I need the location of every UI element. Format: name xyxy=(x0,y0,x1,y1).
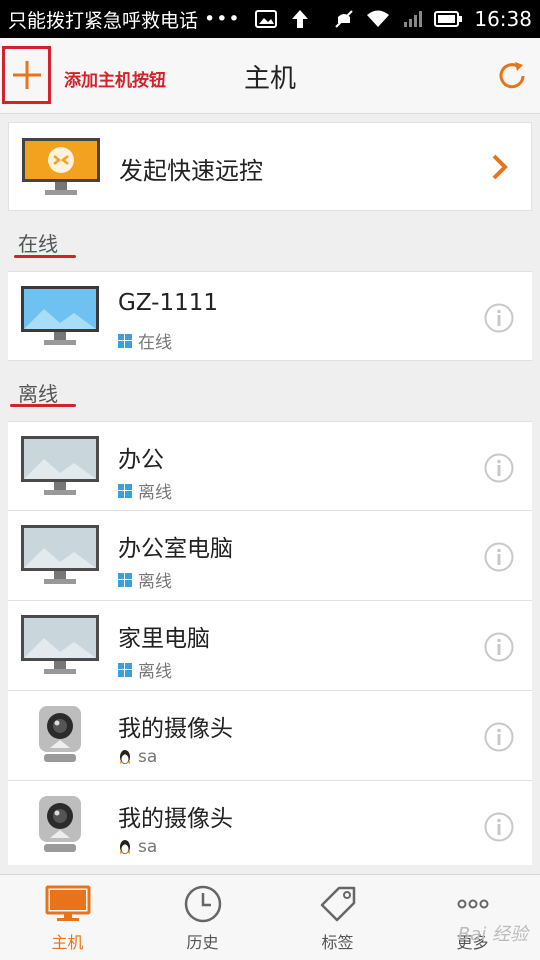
host-status: 在线 xyxy=(118,328,172,353)
tab-label: 更多 xyxy=(456,933,489,952)
camera-status: sa xyxy=(118,837,157,857)
info-icon[interactable] xyxy=(484,453,514,483)
quick-remote-card[interactable]: 发起快速远控 xyxy=(8,122,532,211)
monitor-icon xyxy=(45,885,90,921)
host-row-office[interactable]: 办公 离线 xyxy=(8,421,532,511)
upload-arrow-icon xyxy=(291,10,308,28)
plus-icon xyxy=(12,61,41,89)
tab-more[interactable]: 更多 xyxy=(405,875,540,960)
tab-label: 标签 xyxy=(321,933,354,952)
camera-name: 我的摄像头 xyxy=(118,716,233,742)
tab-tags[interactable]: 标签 xyxy=(270,875,405,960)
offline-monitor-icon xyxy=(21,436,99,495)
wifi-icon xyxy=(367,10,390,27)
host-status-text: 离线 xyxy=(138,572,172,592)
host-status-text: 离线 xyxy=(138,483,172,503)
notification-dots: ••• xyxy=(204,8,241,30)
host-name: 办公室电脑 xyxy=(118,536,233,562)
bottom-tab-bar: 主机 历史 标签 更多 Bai 经验 xyxy=(0,874,540,960)
refresh-button[interactable] xyxy=(492,56,532,96)
host-status-text: 离线 xyxy=(138,662,172,682)
penguin-icon xyxy=(120,840,130,854)
info-icon[interactable] xyxy=(484,632,514,662)
section-online-header: 在线 xyxy=(18,232,58,256)
tag-icon xyxy=(320,886,355,922)
host-name: GZ-1111 xyxy=(118,290,219,316)
camera-status-text: sa xyxy=(138,747,158,767)
mute-icon xyxy=(335,10,354,28)
signal-icon xyxy=(404,11,423,27)
host-name: 办公 xyxy=(118,447,164,473)
windows-icon xyxy=(118,333,132,348)
camera-row-1[interactable]: 我的摄像头 sa xyxy=(8,691,532,781)
windows-icon xyxy=(118,572,132,587)
info-icon[interactable] xyxy=(484,303,514,333)
camera-status: sa xyxy=(118,747,157,767)
offline-monitor-icon xyxy=(21,615,99,674)
camera-icon xyxy=(39,796,81,852)
quick-remote-label: 发起快速远控 xyxy=(119,157,263,185)
camera-row-2[interactable]: 我的摄像头 sa xyxy=(8,781,532,865)
refresh-icon xyxy=(499,62,525,89)
host-row-office-computer[interactable]: 办公室电脑 离线 xyxy=(8,511,532,601)
add-host-button[interactable] xyxy=(2,46,51,104)
status-bar: 只能拨打紧急呼救电话 ••• 16:38 xyxy=(0,0,540,38)
more-dots-icon xyxy=(457,899,488,909)
host-status: 离线 xyxy=(118,478,172,503)
clock-icon xyxy=(184,885,221,923)
online-underline xyxy=(14,255,76,258)
info-icon[interactable] xyxy=(484,812,514,842)
quick-remote-monitor-icon xyxy=(22,138,100,195)
carrier-text: 只能拨打紧急呼救电话 xyxy=(8,9,199,32)
tab-label: 历史 xyxy=(186,933,219,952)
windows-icon xyxy=(118,662,132,677)
image-icon xyxy=(254,10,277,28)
camera-name: 我的摄像头 xyxy=(118,806,233,832)
offline-underline xyxy=(10,404,76,407)
host-status: 离线 xyxy=(118,657,172,682)
camera-icon xyxy=(39,706,81,762)
host-name: 家里电脑 xyxy=(118,626,210,652)
host-status-text: 在线 xyxy=(138,333,172,353)
host-row-gz-1111[interactable]: GZ-1111 在线 xyxy=(8,271,532,361)
tab-history[interactable]: 历史 xyxy=(135,875,270,960)
offline-monitor-icon xyxy=(21,525,99,584)
camera-status-text: sa xyxy=(138,837,158,857)
windows-icon xyxy=(118,483,132,498)
clock-time: 16:38 xyxy=(474,7,532,31)
battery-icon xyxy=(434,11,463,27)
section-offline-header: 离线 xyxy=(18,382,58,406)
tab-label: 主机 xyxy=(51,933,84,952)
info-icon[interactable] xyxy=(484,542,514,572)
host-status: 离线 xyxy=(118,567,172,592)
info-icon[interactable] xyxy=(484,722,514,752)
penguin-icon xyxy=(120,750,130,764)
tab-hosts[interactable]: 主机 xyxy=(0,875,135,960)
app-header: 添加主机按钮 主机 xyxy=(0,38,540,114)
online-monitor-icon xyxy=(21,286,99,345)
host-row-home-computer[interactable]: 家里电脑 离线 xyxy=(8,601,532,691)
chevron-right-icon xyxy=(492,154,508,180)
add-host-annotation: 添加主机按钮 xyxy=(64,71,166,91)
